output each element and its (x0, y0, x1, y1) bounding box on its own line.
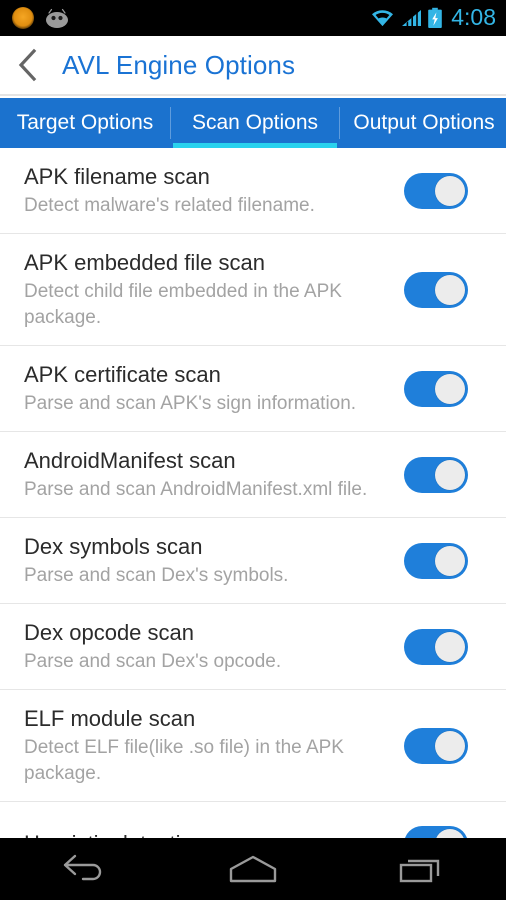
cellular-signal-icon (402, 10, 422, 26)
option-title: Dex symbols scan (24, 534, 203, 559)
toggle-knob (435, 828, 465, 838)
option-row-text: ELF module scan Detect ELF file(like .so … (24, 690, 394, 801)
option-row-text: Dex opcode scan Parse and scan Dex's opco… (24, 604, 394, 689)
option-subtitle: Detect malware's related filename. (24, 195, 315, 216)
back-chevron-icon[interactable] (0, 35, 56, 95)
option-toggle-switch[interactable] (404, 542, 468, 579)
toggle-knob (435, 730, 465, 761)
option-subtitle: Parse and scan AndroidManifest.xml file. (24, 479, 368, 500)
option-title: Dex opcode scan (24, 620, 194, 645)
toggle-knob (435, 631, 465, 662)
notification-dot-icon (12, 7, 34, 29)
option-row-text: APK filename scan Detect malware's relate… (24, 148, 394, 233)
toggle-knob (435, 274, 465, 305)
option-title: AndroidManifest scan (24, 448, 236, 473)
action-bar: AVL Engine Options (0, 36, 506, 96)
back-chevron-glyph (18, 48, 37, 82)
option-title: ELF module scan (24, 706, 196, 731)
option-toggle-switch[interactable] (404, 727, 468, 764)
option-toggle-switch[interactable] (404, 628, 468, 665)
option-row[interactable]: Dex opcode scan Parse and scan Dex's opco… (0, 604, 506, 690)
page-title: AVL Engine Options (62, 49, 296, 80)
status-bar-clock: 4:08 (451, 3, 496, 30)
android-head-icon (46, 8, 68, 28)
recents-glyph (399, 859, 439, 883)
option-row[interactable]: Heuristic detection (0, 802, 506, 838)
option-toggle-switch[interactable] (404, 172, 468, 209)
home-glyph (229, 855, 277, 883)
option-title: APK embedded file scan (24, 250, 265, 275)
option-title: APK certificate scan (24, 362, 221, 387)
toggle-knob (435, 373, 465, 404)
system-navigation-bar (0, 838, 506, 900)
wifi-icon (372, 10, 394, 26)
toggle-knob (435, 545, 465, 576)
option-row[interactable]: APK filename scan Detect malware's relate… (0, 148, 506, 234)
option-row-text: AndroidManifest scan Parse and scan Andro… (24, 432, 394, 517)
tab-bar: Target Options Scan Options Output Optio… (0, 98, 506, 148)
back-arrow-glyph (64, 854, 102, 881)
tab-scan-options[interactable]: Scan Options (171, 98, 339, 148)
option-row[interactable]: APK embedded file scan Detect child file … (0, 234, 506, 346)
option-toggle-switch[interactable] (404, 370, 468, 407)
scan-options-list[interactable]: APK filename scan Detect malware's relate… (0, 148, 506, 838)
recents-nav-icon[interactable] (372, 838, 472, 900)
option-subtitle: Parse and scan APK's sign information. (24, 393, 357, 414)
toggle-knob (435, 459, 465, 490)
status-bar-system-icons: 4:08 (370, 3, 506, 31)
option-row-text: Heuristic detection (24, 815, 394, 839)
option-subtitle: Parse and scan Dex's opcode. (24, 651, 282, 672)
option-subtitle: Parse and scan Dex's symbols. (24, 565, 289, 586)
option-row-text: Dex symbols scan Parse and scan Dex's sym… (24, 518, 394, 603)
option-row[interactable]: ELF module scan Detect ELF file(like .so … (0, 690, 506, 802)
option-toggle-switch[interactable] (404, 825, 468, 838)
option-row-text: APK embedded file scan Detect child file … (24, 234, 394, 345)
option-subtitle: Detect ELF file(like .so file) in the AP… (24, 737, 344, 784)
option-toggle-switch[interactable] (404, 456, 468, 493)
option-toggle-switch[interactable] (404, 271, 468, 308)
status-bar-notifications (0, 7, 70, 29)
status-bar: 4:08 (0, 0, 506, 36)
option-row[interactable]: Dex symbols scan Parse and scan Dex's sym… (0, 518, 506, 604)
option-title: Heuristic detection (24, 829, 394, 839)
home-nav-icon[interactable] (203, 838, 303, 900)
tab-output-options[interactable]: Output Options (340, 98, 506, 148)
battery-charging-icon (428, 7, 443, 28)
option-title: APK filename scan (24, 164, 210, 189)
tab-target-options[interactable]: Target Options (0, 98, 170, 148)
toggle-knob (435, 175, 465, 206)
option-row[interactable]: APK certificate scan Parse and scan APK's… (0, 346, 506, 432)
option-subtitle: Detect child file embedded in the APK pa… (24, 281, 342, 328)
back-nav-icon[interactable] (34, 838, 134, 900)
option-row-text: APK certificate scan Parse and scan APK's… (24, 346, 394, 431)
phone-screen: 4:08 AVL Engine Options Target Options S… (0, 0, 506, 900)
option-row[interactable]: AndroidManifest scan Parse and scan Andro… (0, 432, 506, 518)
